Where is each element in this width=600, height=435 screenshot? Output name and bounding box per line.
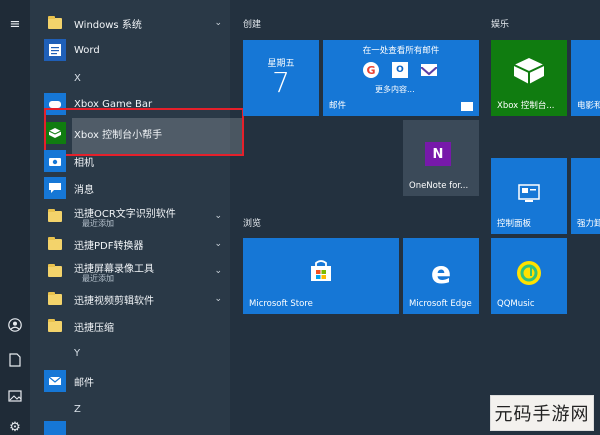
folder-icon (44, 260, 66, 282)
folder-icon (44, 288, 66, 310)
section-title-entertainment: 娱乐 (491, 20, 510, 30)
folder-icon (44, 233, 66, 255)
chevron-down-icon: ⌄ (214, 294, 222, 304)
qqmusic-icon (517, 261, 541, 285)
app-name: 迅捷视频剪辑软件 (74, 295, 154, 307)
folder-icon (44, 12, 66, 34)
recently-added-label: 最近添加 (82, 274, 114, 283)
mail-app-icon (44, 370, 66, 392)
list-item-messages[interactable]: 消息 (44, 176, 230, 200)
documents-icon[interactable] (7, 353, 23, 369)
group-header-z[interactable]: Z (74, 404, 81, 415)
chevron-down-icon: ⌄ (214, 239, 222, 249)
app-name: Windows 系统 (74, 19, 142, 31)
chevron-down-icon: ⌄ (214, 18, 222, 28)
xbox-console-tile-label: Xbox 控制台... (497, 101, 555, 111)
control-panel-tile[interactable]: 控制面板 (491, 158, 567, 234)
list-item-video[interactable]: 迅捷视频剪辑软件 ⌄ (44, 287, 230, 311)
microsoft-store-tile[interactable]: Microsoft Store (243, 238, 399, 314)
group-header-y[interactable]: Y (74, 348, 80, 359)
mail-tile-more: 更多内容... (375, 85, 415, 94)
edge-tile-label: Microsoft Edge (409, 299, 472, 309)
movies-tile-label: 电影和 (577, 101, 600, 111)
onenote-tile[interactable]: N OneNote for... (403, 120, 479, 196)
list-item-partial[interactable] (44, 420, 230, 435)
app-list: Windows 系统 ⌄ Word X Xbox Game Bar Xbox 控… (30, 0, 244, 435)
app-name: 迅捷PDF转换器 (74, 240, 144, 252)
recently-added-label: 最近添加 (82, 219, 114, 228)
list-item-windows-system[interactable]: Windows 系统 ⌄ (44, 11, 230, 35)
app-name: 迅捷压缩 (74, 322, 114, 334)
xbox-console-tile[interactable]: Xbox 控制台... (491, 40, 567, 116)
qqmusic-tile[interactable]: QQMusic (491, 238, 567, 314)
mail-badge-icon (461, 102, 473, 111)
chevron-down-icon: ⌄ (214, 211, 222, 221)
store-bag-icon (311, 260, 331, 281)
control-panel-tile-label: 控制面板 (497, 219, 532, 229)
calendar-tile[interactable]: 星期五 7 (243, 40, 319, 116)
control-panel-icon (518, 184, 540, 202)
camera-icon (44, 150, 66, 172)
watermark-text: 元码手游网 (494, 404, 590, 425)
app-name: 相机 (74, 157, 94, 169)
mail-tile-label: 邮件 (329, 101, 347, 111)
outlook-icon: O (392, 62, 408, 78)
hamburger-menu-icon[interactable]: ≡ (7, 17, 23, 33)
folder-icon (44, 315, 66, 337)
google-icon: G (363, 62, 379, 78)
group-header-x[interactable]: X (74, 73, 81, 84)
pictures-icon[interactable] (7, 390, 23, 406)
movies-tile[interactable]: 电影和 (571, 40, 600, 116)
chevron-down-icon: ⌄ (214, 266, 222, 276)
onenote-icon: N (425, 142, 451, 166)
section-title-browse: 浏览 (243, 219, 262, 229)
list-item-zip[interactable]: 迅捷压缩 (44, 314, 230, 338)
edge-tile[interactable]: e Microsoft Edge (403, 238, 479, 314)
app-name: 邮件 (74, 377, 94, 389)
qqmusic-tile-label: QQMusic (497, 299, 535, 309)
microsoft-store-tile-label: Microsoft Store (249, 299, 313, 309)
word-app-icon (44, 39, 66, 61)
settings-gear-icon[interactable]: ⚙ (7, 420, 23, 435)
list-item-recorder[interactable]: 迅捷屏幕录像工具 最近添加 ⌄ (44, 259, 230, 283)
list-item-camera[interactable]: 相机 (44, 149, 230, 173)
list-item-pdf[interactable]: 迅捷PDF转换器 ⌄ (44, 232, 230, 256)
messages-icon (44, 177, 66, 199)
calendar-date: 7 (272, 66, 290, 99)
app-name: 消息 (74, 184, 94, 196)
xbox-console-icon (513, 58, 545, 84)
section-title-create: 创建 (243, 20, 262, 30)
folder-icon (44, 205, 66, 227)
mail-tile[interactable]: 在一处查看所有邮件 G O 更多内容... 邮件 (323, 40, 479, 116)
mail-tile-header: 在一处查看所有邮件 (362, 46, 440, 56)
app-name: Word (74, 44, 100, 56)
user-avatar-icon[interactable] (7, 318, 23, 334)
app-icon (44, 421, 66, 435)
list-item-word[interactable]: Word (44, 38, 230, 62)
onenote-tile-label: OneNote for... (409, 181, 469, 191)
site-watermark: 元码手游网 (490, 395, 594, 431)
capture-tile[interactable]: 强力卸 (571, 158, 600, 234)
capture-tile-label: 强力卸 (577, 219, 600, 229)
list-item-mail[interactable]: 邮件 (44, 369, 230, 393)
edge-icon: e (430, 256, 452, 291)
start-rail: ≡ ⚙ (0, 0, 30, 435)
list-item-ocr[interactable]: 迅捷OCR文字识别软件 最近添加 ⌄ (44, 204, 230, 228)
email-envelope-icon (420, 64, 438, 76)
